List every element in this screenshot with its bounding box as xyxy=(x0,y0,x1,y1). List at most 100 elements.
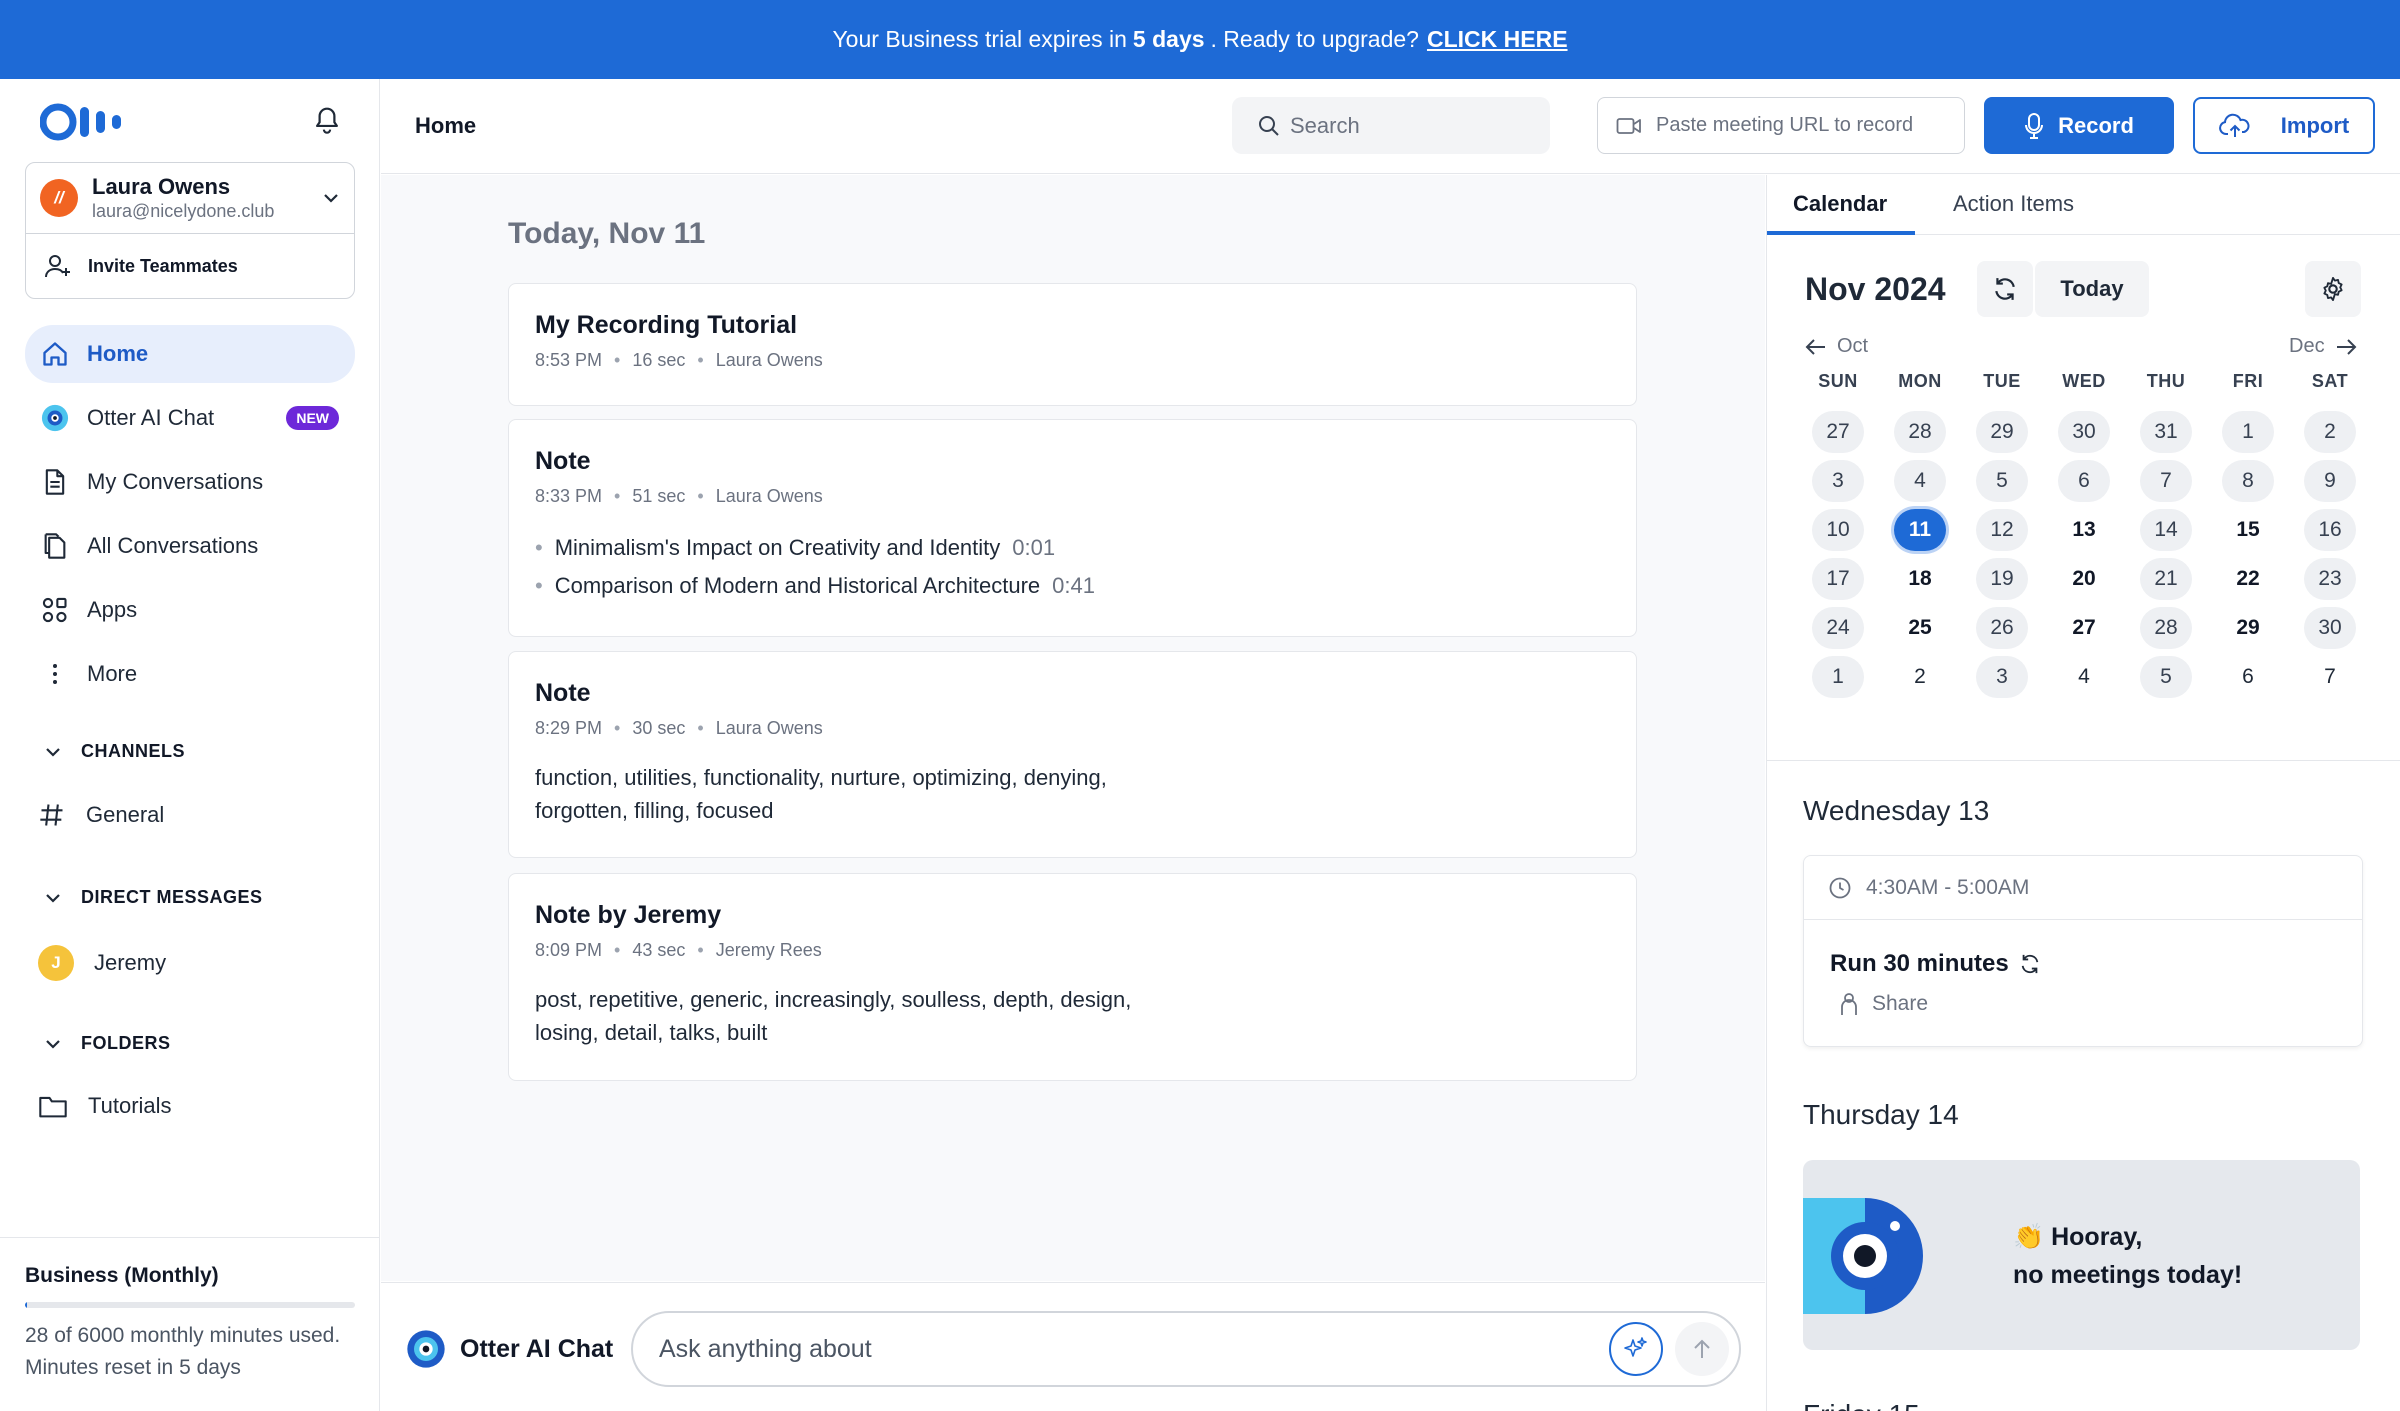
channel-general[interactable]: General xyxy=(38,801,164,829)
calendar-day[interactable]: 1 xyxy=(2207,410,2289,453)
send-button[interactable] xyxy=(1675,1322,1729,1376)
calendar-day[interactable]: 15 xyxy=(2207,509,2289,551)
calendar-day[interactable]: 24 xyxy=(1797,606,1879,649)
conversation-card[interactable]: Note by Jeremy 8:09 PM • 43 sec • Jeremy R… xyxy=(508,873,1637,1081)
calendar-day[interactable]: 29 xyxy=(2207,607,2289,649)
day-heading-thursday: Thursday 14 xyxy=(1803,1099,1959,1130)
calendar-day[interactable]: 18 xyxy=(1879,558,1961,600)
nav-apps[interactable]: Apps xyxy=(25,581,355,639)
calendar-day[interactable]: 27 xyxy=(1797,410,1879,453)
calendar-day[interactable]: 14 xyxy=(2125,508,2207,551)
direct-messages-toggle[interactable]: DIRECT MESSAGES xyxy=(45,887,263,908)
chevron-down-icon xyxy=(322,192,340,204)
weekday-label: THU xyxy=(2146,371,2186,391)
calendar-day[interactable]: 8 xyxy=(2207,459,2289,502)
otter-chat-icon xyxy=(41,403,69,433)
dm-jeremy[interactable]: J Jeremy xyxy=(38,945,166,981)
prev-month-button[interactable]: Oct xyxy=(1805,335,1868,358)
calendar-day[interactable]: 13 xyxy=(2043,509,2125,551)
calendar-day-number: 5 xyxy=(2140,655,2192,698)
conversation-title: My Recording Tutorial xyxy=(535,311,798,339)
calendar-day[interactable]: 21 xyxy=(2125,557,2207,600)
tab-calendar[interactable]: Calendar xyxy=(1793,191,1887,217)
calendar-day[interactable]: 20 xyxy=(2043,558,2125,600)
calendar-day[interactable]: 9 xyxy=(2289,459,2371,502)
ai-suggest-button[interactable] xyxy=(1609,1322,1663,1376)
calendar-day[interactable]: 1 xyxy=(1797,655,1879,698)
conversation-title: Note xyxy=(535,679,591,707)
calendar-day[interactable]: 4 xyxy=(1879,459,1961,502)
import-button[interactable]: Import xyxy=(2193,97,2375,154)
calendar-day[interactable]: 29 xyxy=(1961,410,2043,453)
channels-toggle[interactable]: CHANNELS xyxy=(45,741,185,762)
calendar-day[interactable]: 11 xyxy=(1879,508,1961,551)
account-switcher[interactable]: // Laura Owens laura@nicelydone.club xyxy=(26,163,354,234)
conversation-card[interactable]: My Recording Tutorial 8:53 PM • 16 sec • L… xyxy=(508,283,1637,406)
tab-action-items[interactable]: Action Items xyxy=(1953,191,2074,217)
upgrade-link[interactable]: CLICK HERE xyxy=(1427,26,1568,53)
calendar-day[interactable]: 4 xyxy=(2043,656,2125,698)
invite-teammates-button[interactable]: Invite Teammates xyxy=(26,234,354,298)
recurring-icon xyxy=(2019,953,2041,975)
calendar-day[interactable]: 7 xyxy=(2289,656,2371,698)
search-box[interactable] xyxy=(1232,97,1550,154)
calendar-day[interactable]: 23 xyxy=(2289,557,2371,600)
calendar-day[interactable]: 30 xyxy=(2289,606,2371,649)
notifications-bell-icon[interactable] xyxy=(312,105,342,137)
folders-toggle[interactable]: FOLDERS xyxy=(45,1033,171,1054)
calendar-refresh-button[interactable] xyxy=(1977,261,2033,317)
today-button[interactable]: Today xyxy=(2035,261,2149,317)
calendar-day[interactable]: 19 xyxy=(1961,557,2043,600)
chat-input[interactable] xyxy=(659,1334,1609,1364)
chat-label-text: Otter AI Chat xyxy=(460,1334,614,1363)
paste-url-box[interactable] xyxy=(1597,97,1965,154)
calendar-day[interactable]: 28 xyxy=(2125,606,2207,649)
calendar-day[interactable]: 10 xyxy=(1797,508,1879,551)
next-month-button[interactable]: Dec xyxy=(2289,335,2357,358)
calendar-day[interactable]: 26 xyxy=(1961,606,2043,649)
nav-otter-ai-chat[interactable]: Otter AI Chat NEW xyxy=(25,389,355,447)
nav-my-conversations[interactable]: My Conversations xyxy=(25,453,355,511)
nav-all-conversations[interactable]: All Conversations xyxy=(25,517,355,575)
calendar-day[interactable]: 2 xyxy=(2289,410,2371,453)
nav-more[interactable]: More xyxy=(25,645,355,703)
outline-item[interactable]: • Minimalism's Impact on Creativity and … xyxy=(535,529,1610,567)
conversation-meta: 8:53 PM • 16 sec • Laura Owens xyxy=(535,350,823,370)
folder-tutorials[interactable]: Tutorials xyxy=(38,1093,172,1119)
calendar-event-card[interactable]: 4:30AM - 5:00AM Run 30 minutes Share xyxy=(1803,855,2363,1047)
conversation-card[interactable]: Note 8:29 PM • 30 sec • Laura Owens functi… xyxy=(508,651,1637,858)
calendar-day[interactable]: 31 xyxy=(2125,410,2207,453)
calendar-day[interactable]: 6 xyxy=(2043,459,2125,502)
meeting-url-input[interactable] xyxy=(1656,114,1956,137)
calendar-day[interactable]: 16 xyxy=(2289,508,2371,551)
calendar-day[interactable]: 22 xyxy=(2207,558,2289,600)
weekday-label: SUN xyxy=(1818,371,1858,391)
calendar-week-row: 10 11 12 13 14 15 16 xyxy=(1797,505,2373,554)
calendar-day[interactable]: 2 xyxy=(1879,656,1961,698)
outline-item[interactable]: • Comparison of Modern and Historical Ar… xyxy=(535,567,1610,605)
chat-input-box[interactable] xyxy=(631,1311,1741,1387)
calendar-settings-button[interactable] xyxy=(2305,261,2361,317)
sidebar: // Laura Owens laura@nicelydone.club Inv… xyxy=(0,79,380,1411)
conversation-card[interactable]: Note 8:33 PM • 51 sec • Laura Owens • Mini… xyxy=(508,419,1637,637)
calendar-day[interactable]: 27 xyxy=(2043,607,2125,649)
search-input[interactable] xyxy=(1290,112,1530,139)
otter-logo[interactable] xyxy=(40,103,134,141)
calendar-day[interactable]: 5 xyxy=(2125,655,2207,698)
search-icon xyxy=(1258,115,1280,137)
calendar-day[interactable]: 5 xyxy=(1961,459,2043,502)
calendar-day[interactable]: 17 xyxy=(1797,557,1879,600)
record-label: Record xyxy=(2058,112,2134,138)
calendar-day[interactable]: 25 xyxy=(1879,607,1961,649)
banner-days: 5 days xyxy=(1132,26,1205,52)
calendar-day[interactable]: 3 xyxy=(1961,655,2043,698)
calendar-day[interactable]: 3 xyxy=(1797,459,1879,502)
calendar-day[interactable]: 6 xyxy=(2207,656,2289,698)
calendar-day[interactable]: 30 xyxy=(2043,410,2125,453)
calendar-day[interactable]: 28 xyxy=(1879,410,1961,453)
record-button[interactable]: Record xyxy=(1984,97,2174,154)
event-share-button[interactable]: Share xyxy=(1840,992,2362,1016)
calendar-day[interactable]: 12 xyxy=(1961,508,2043,551)
calendar-day[interactable]: 7 xyxy=(2125,459,2207,502)
nav-home[interactable]: Home xyxy=(25,325,355,383)
